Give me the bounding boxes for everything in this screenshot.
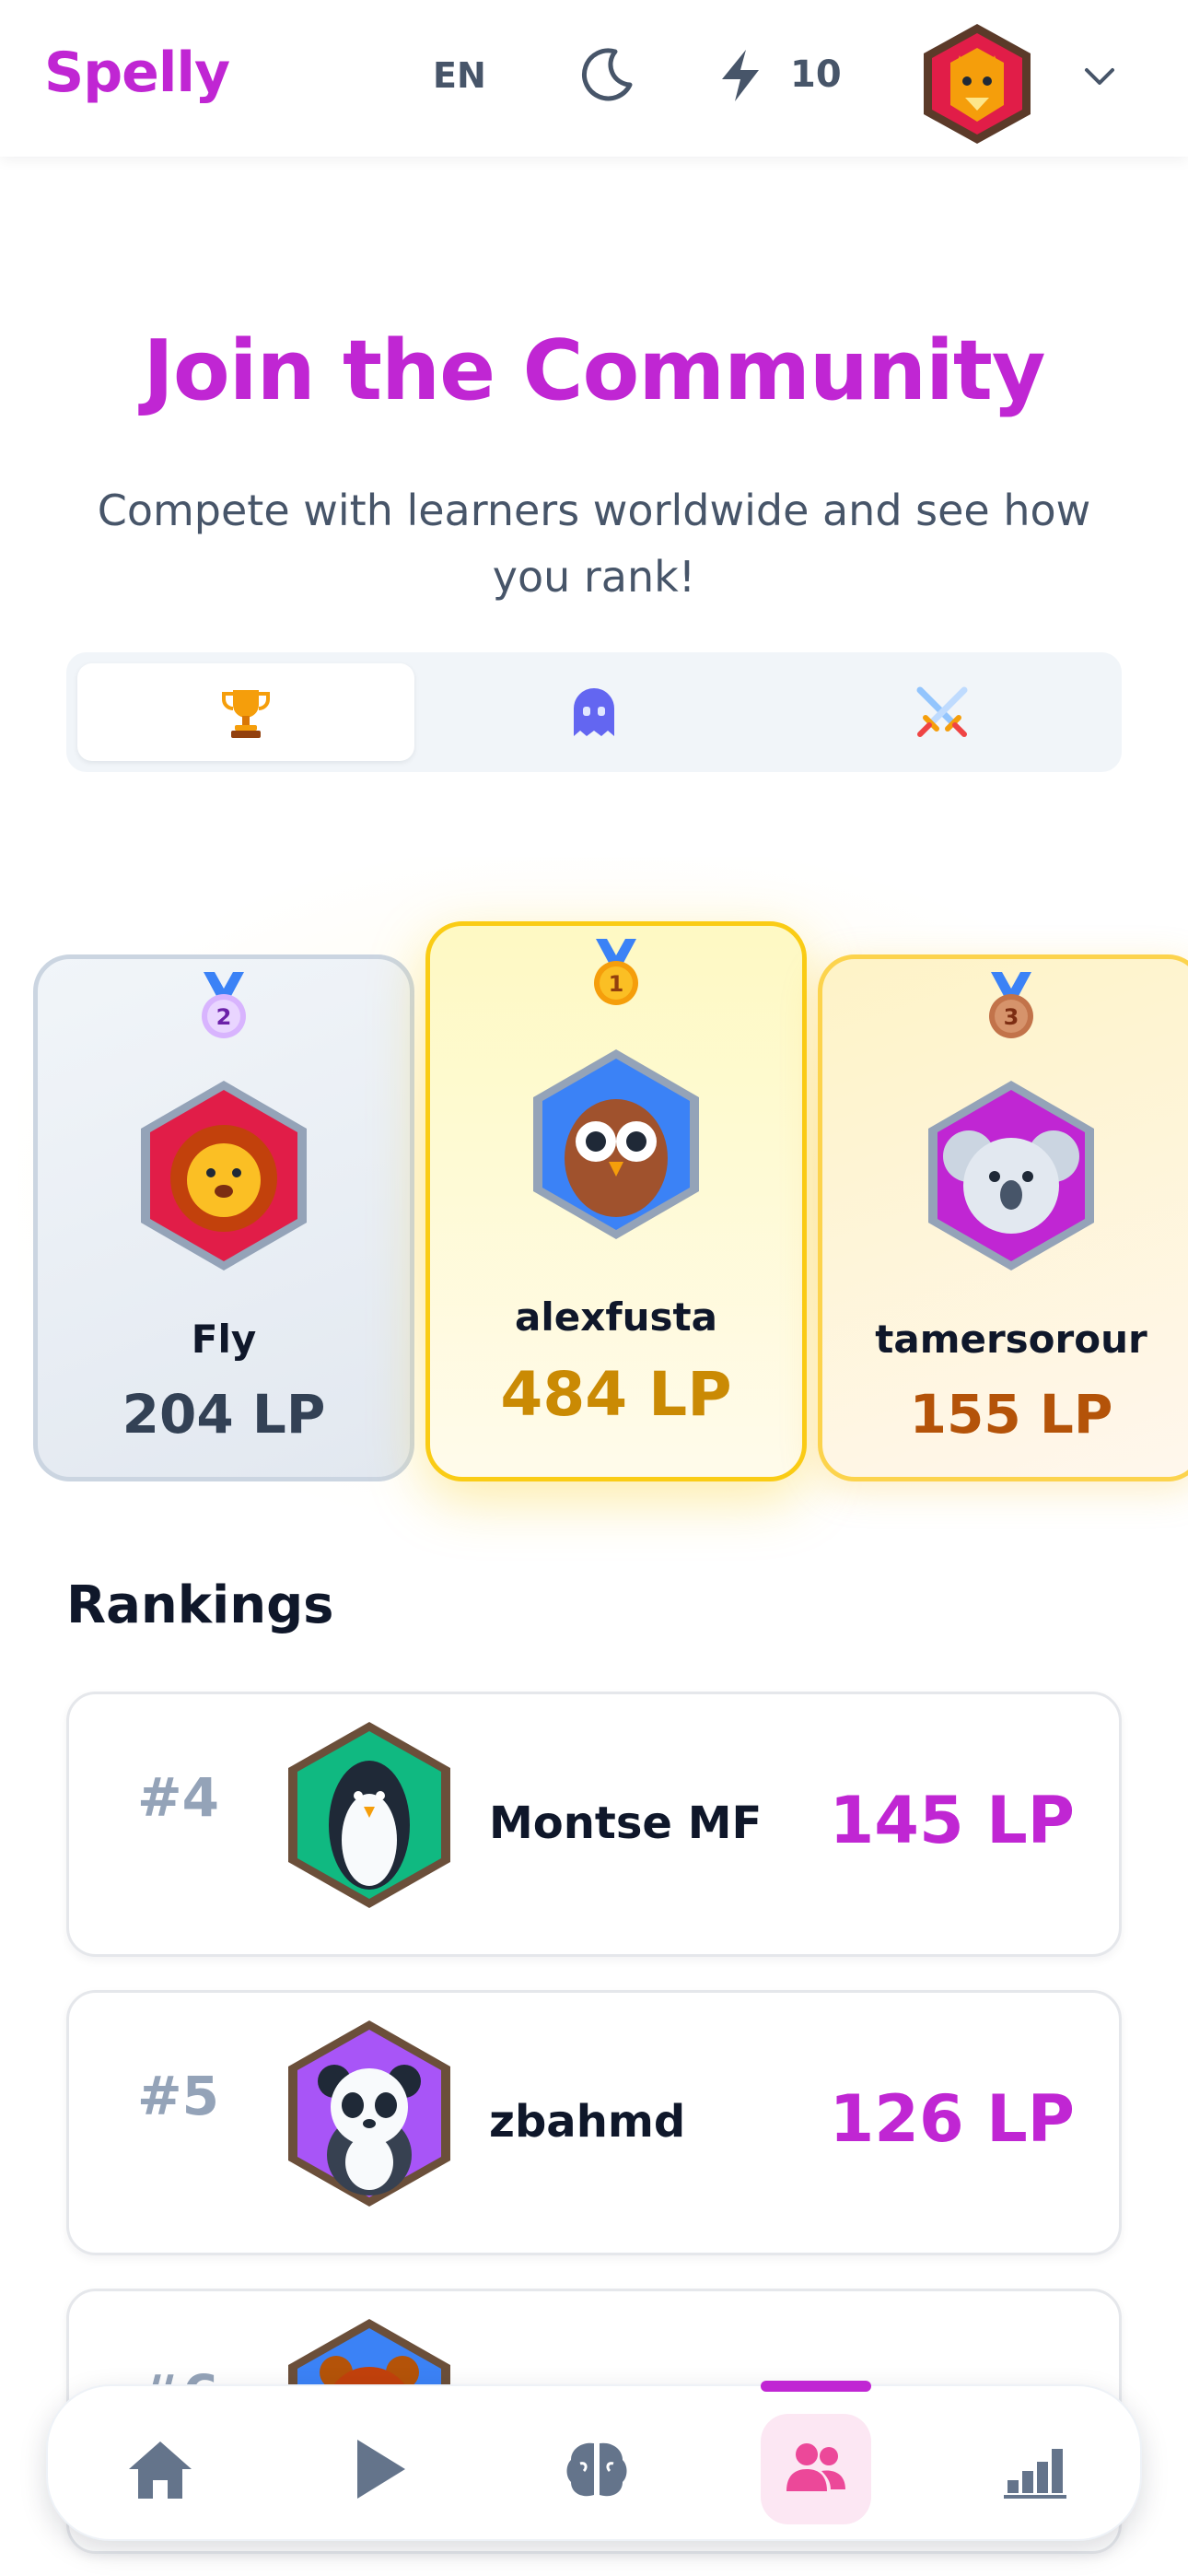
podium-name: Fly — [191, 1317, 257, 1362]
play-icon — [357, 2440, 405, 2499]
koala-avatar-icon — [928, 1081, 1094, 1270]
podium-name: tamersorour — [875, 1317, 1147, 1362]
crossed-swords-icon — [916, 686, 968, 737]
podium-score: 484 LP — [500, 1359, 732, 1430]
player-score: 145 LP — [829, 1783, 1075, 1858]
tab-ghost[interactable] — [425, 663, 763, 761]
silver-medal-icon: 2 — [202, 972, 246, 1038]
trophy-icon — [222, 690, 270, 738]
medal-number: 2 — [216, 1004, 232, 1030]
nav-brain[interactable] — [542, 2414, 652, 2524]
podium-score: 155 LP — [909, 1383, 1113, 1446]
page-title: Join the Community — [143, 322, 1045, 419]
nav-community[interactable] — [761, 2414, 871, 2524]
rank-number: #5 — [137, 2065, 219, 2127]
podium-name: alexfusta — [515, 1294, 717, 1340]
ranking-row[interactable]: #4 Montse MF 145 LP — [66, 1692, 1122, 1957]
brain-icon — [566, 2442, 627, 2497]
page-subtitle: Compete with learners worldwide and see … — [97, 486, 1091, 602]
penguin-avatar-icon — [288, 1722, 450, 1908]
active-tab-indicator — [761, 2381, 871, 2392]
player-name: zbahmd — [489, 2096, 686, 2148]
app-logo[interactable]: Spelly — [44, 41, 230, 105]
ranking-row[interactable]: #5 zbahmd 126 LP — [66, 1990, 1122, 2255]
lion-avatar-icon — [141, 1081, 307, 1270]
community-icon — [786, 2443, 845, 2491]
podium-third-place[interactable]: 3 tamersorour 155 LP — [818, 954, 1188, 1481]
home-icon — [129, 2441, 192, 2499]
podium-second-place[interactable]: 2 Fly 204 LP — [33, 954, 414, 1481]
chevron-down-icon[interactable] — [1077, 59, 1122, 96]
panda-avatar-icon — [288, 2020, 450, 2207]
tab-battle[interactable] — [774, 663, 1111, 761]
nav-leaderboard[interactable] — [980, 2414, 1090, 2524]
bottom-navigation — [46, 2381, 1142, 2541]
language-selector[interactable]: EN — [433, 55, 486, 96]
rank-number: #4 — [137, 1766, 219, 1829]
medal-number: 1 — [609, 971, 624, 997]
owl-avatar-icon — [533, 1049, 699, 1239]
medal-number: 3 — [1004, 1004, 1019, 1030]
bolt-icon — [722, 50, 759, 101]
tab-trophy[interactable] — [77, 663, 414, 761]
nav-home[interactable] — [105, 2414, 215, 2524]
energy-count: 10 — [790, 53, 842, 96]
leaderboard-tabs — [66, 652, 1122, 772]
ghost-icon — [574, 688, 614, 736]
rankings-heading: Rankings — [66, 1575, 334, 1635]
podium-first-place[interactable]: 1 alexfusta 484 LP — [425, 921, 807, 1481]
gold-medal-icon: 1 — [594, 939, 638, 1005]
moon-icon[interactable] — [578, 44, 637, 103]
bronze-medal-icon: 3 — [989, 972, 1033, 1038]
fox-avatar-icon[interactable] — [914, 20, 1041, 147]
player-score: 126 LP — [829, 2081, 1075, 2157]
podium-score: 204 LP — [122, 1383, 326, 1446]
nav-play[interactable] — [322, 2414, 433, 2524]
top-app-bar: Spelly EN 10 — [0, 0, 1188, 157]
player-name: Montse MF — [489, 1797, 763, 1849]
leaderboard-icon — [1004, 2449, 1066, 2499]
